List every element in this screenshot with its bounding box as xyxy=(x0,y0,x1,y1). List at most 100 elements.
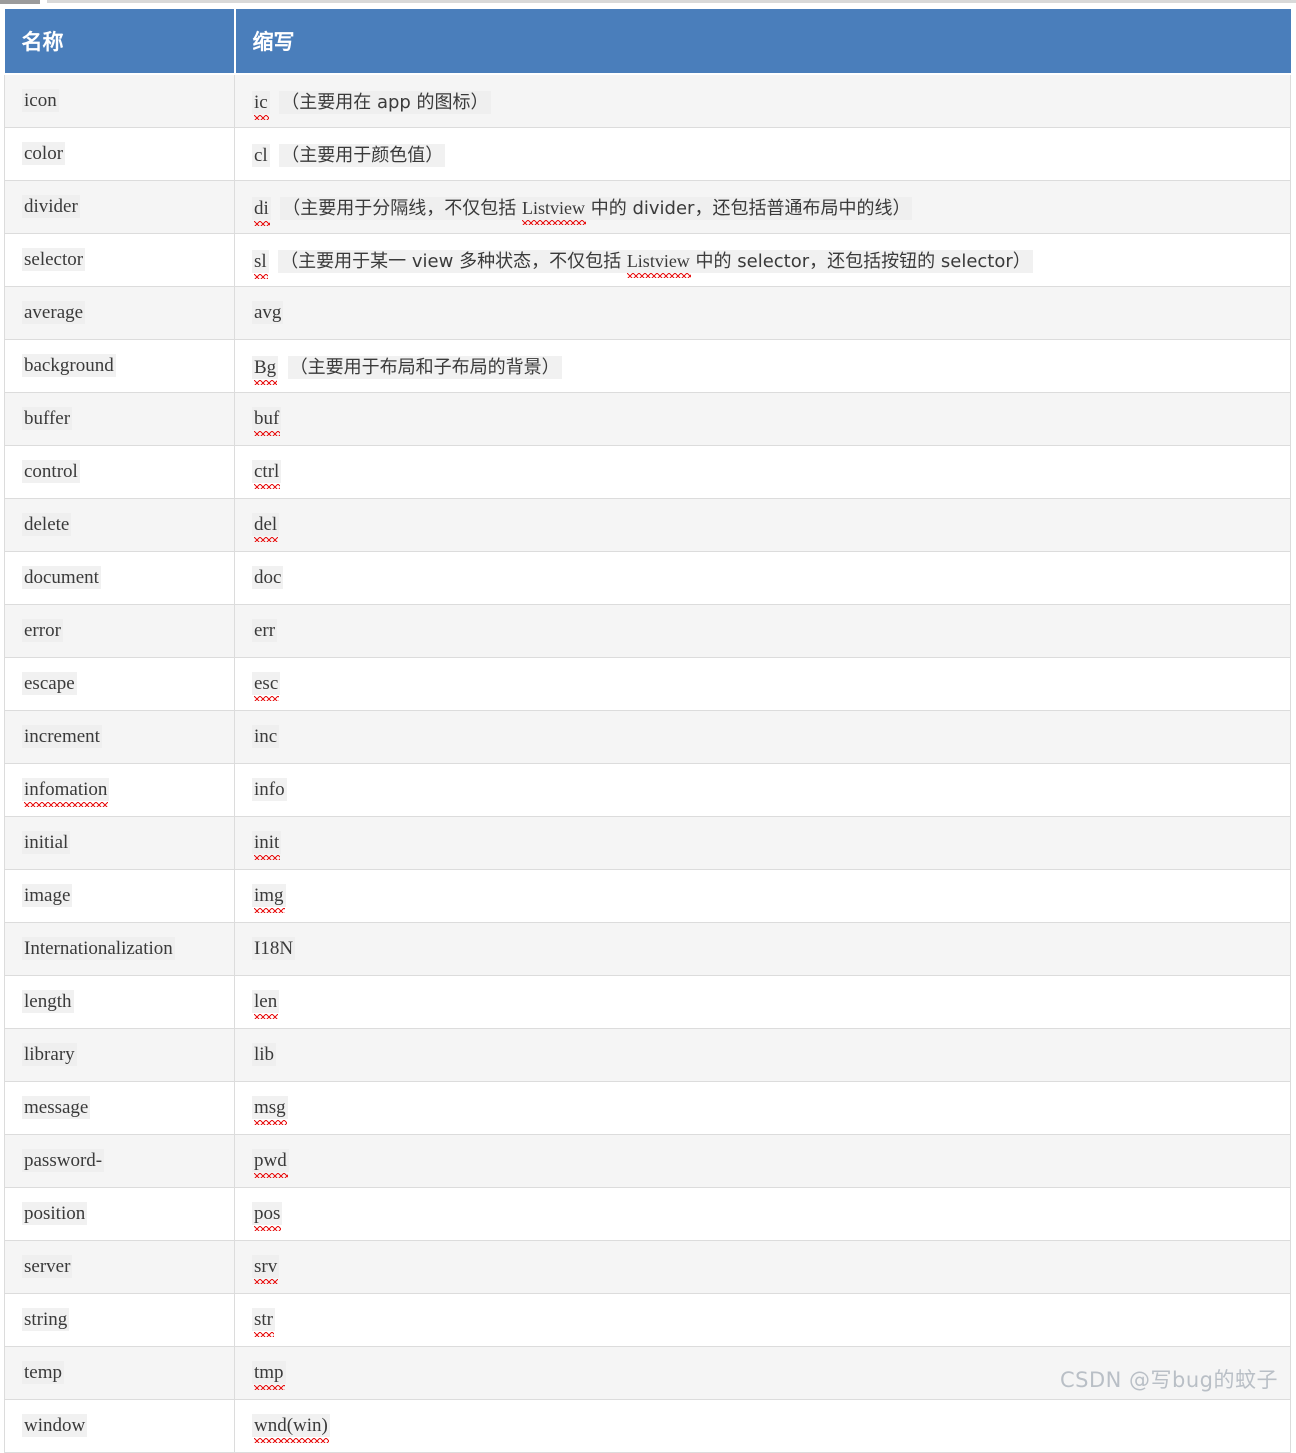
cell-name[interactable]: background xyxy=(4,339,235,393)
cell-abbreviation[interactable]: del xyxy=(234,498,1291,552)
cell-abbreviation[interactable]: sl （主要用于某一 view 多种状态，不仅包括 Listview 中的 se… xyxy=(234,233,1291,287)
term-abbreviation: di xyxy=(252,196,271,226)
cell-name[interactable]: selector xyxy=(4,233,235,287)
cell-abbreviation[interactable]: len xyxy=(234,975,1291,1029)
cell-name[interactable]: infomation xyxy=(4,763,235,817)
cell-abbreviation[interactable]: srv xyxy=(234,1240,1291,1294)
cell-name[interactable]: control xyxy=(4,445,235,499)
table-row[interactable]: position pos xyxy=(4,1187,1291,1241)
term-name: average xyxy=(22,301,86,324)
term-abbreviation: Bg xyxy=(252,355,279,385)
cell-abbreviation[interactable]: pos xyxy=(234,1187,1291,1241)
cell-abbreviation[interactable]: cl （主要用于颜色值） xyxy=(234,127,1291,181)
cell-abbreviation[interactable]: esc xyxy=(234,657,1291,711)
cell-name[interactable]: position xyxy=(4,1187,235,1241)
term-name: icon xyxy=(22,89,59,112)
table-row[interactable]: escape esc xyxy=(4,657,1291,711)
cell-abbreviation[interactable]: pwd xyxy=(234,1134,1291,1188)
table-row[interactable]: string str xyxy=(4,1293,1291,1347)
table-row[interactable]: increment inc xyxy=(4,710,1291,764)
table-row[interactable]: selector sl （主要用于某一 view 多种状态，不仅包括 Listvi… xyxy=(4,233,1291,287)
table-row[interactable]: window wnd(win) xyxy=(4,1399,1291,1453)
term-abbreviation: str xyxy=(252,1307,275,1337)
cell-abbreviation[interactable]: info xyxy=(234,763,1291,817)
cell-name[interactable]: error xyxy=(4,604,235,658)
cell-abbreviation[interactable]: err xyxy=(234,604,1291,658)
term-abbreviation: buf xyxy=(252,406,282,436)
term-name: string xyxy=(22,1308,70,1331)
table-row[interactable]: temp tmp xyxy=(4,1346,1291,1400)
table-row[interactable]: icon ic （主要用在 app 的图标） xyxy=(4,73,1291,128)
table-row[interactable]: initial init xyxy=(4,816,1291,870)
cell-abbreviation[interactable]: inc xyxy=(234,710,1291,764)
cell-abbreviation[interactable]: msg xyxy=(234,1081,1291,1135)
cell-abbreviation[interactable]: img xyxy=(234,869,1291,923)
term-name: color xyxy=(22,142,66,165)
table-row[interactable]: error err xyxy=(4,604,1291,658)
term-abbreviation: msg xyxy=(252,1095,288,1125)
term-abbreviation: wnd(win) xyxy=(252,1413,330,1443)
cell-name[interactable]: delete xyxy=(4,498,235,552)
table-row[interactable]: Internationalization I18N xyxy=(4,922,1291,976)
cell-abbreviation[interactable]: di （主要用于分隔线，不仅包括 Listview 中的 divider，还包括… xyxy=(234,180,1291,234)
abbreviation-table: 名称 缩写 icon ic （主要用在 app 的图标） color cl （主要用于… xyxy=(4,9,1291,1453)
cell-abbreviation[interactable]: wnd(win) xyxy=(234,1399,1291,1453)
table-row[interactable]: message msg xyxy=(4,1081,1291,1135)
cell-name[interactable]: increment xyxy=(4,710,235,764)
cell-abbreviation[interactable]: init xyxy=(234,816,1291,870)
column-header-abbr[interactable]: 缩写 xyxy=(234,9,1291,75)
cell-name[interactable]: temp xyxy=(4,1346,235,1400)
cell-abbreviation[interactable]: avg xyxy=(234,286,1291,340)
table-row[interactable]: server srv xyxy=(4,1240,1291,1294)
cell-name[interactable]: password- xyxy=(4,1134,235,1188)
cell-name[interactable]: window xyxy=(4,1399,235,1453)
term-abbreviation: pos xyxy=(252,1201,283,1231)
table-row[interactable]: buffer buf xyxy=(4,392,1291,446)
cell-abbreviation[interactable]: tmp xyxy=(234,1346,1291,1400)
table-row[interactable]: average avg xyxy=(4,286,1291,340)
table-row[interactable]: document doc xyxy=(4,551,1291,605)
cell-name[interactable]: divider xyxy=(4,180,235,234)
cell-abbreviation[interactable]: buf xyxy=(234,392,1291,446)
table-row[interactable]: password-pwd xyxy=(4,1134,1291,1188)
cell-name[interactable]: server xyxy=(4,1240,235,1294)
cell-name[interactable]: Internationalization xyxy=(4,922,235,976)
table-row[interactable]: control ctrl xyxy=(4,445,1291,499)
table-row[interactable]: library lib xyxy=(4,1028,1291,1082)
table-row[interactable]: divider di （主要用于分隔线，不仅包括 Listview 中的 divi… xyxy=(4,180,1291,234)
cell-name[interactable]: buffer xyxy=(4,392,235,446)
cell-abbreviation[interactable]: ctrl xyxy=(234,445,1291,499)
table-row[interactable]: length len xyxy=(4,975,1291,1029)
cell-name[interactable]: document xyxy=(4,551,235,605)
cell-name[interactable]: color xyxy=(4,127,235,181)
cell-name[interactable]: icon xyxy=(4,73,235,128)
term-abbreviation: err xyxy=(252,619,278,642)
cell-name[interactable]: average xyxy=(4,286,235,340)
table-row[interactable]: color cl （主要用于颜色值） xyxy=(4,127,1291,181)
term-abbreviation: lib xyxy=(252,1043,277,1066)
column-header-name[interactable]: 名称 xyxy=(4,9,236,75)
spellcheck-underline-icon: img xyxy=(254,884,285,913)
cell-abbreviation[interactable]: str xyxy=(234,1293,1291,1347)
cell-name[interactable]: message xyxy=(4,1081,235,1135)
table-row[interactable]: delete del xyxy=(4,498,1291,552)
cell-abbreviation[interactable]: lib xyxy=(234,1028,1291,1082)
cell-name[interactable]: initial xyxy=(4,816,235,870)
table-row[interactable]: background Bg （主要用于布局和子布局的背景） xyxy=(4,339,1291,393)
table-row[interactable]: infomation info xyxy=(4,763,1291,817)
spellcheck-underline-icon: ic xyxy=(254,91,269,120)
cell-abbreviation[interactable]: ic （主要用在 app 的图标） xyxy=(234,73,1291,128)
cell-name[interactable]: library xyxy=(4,1028,235,1082)
term-abbreviation: len xyxy=(252,989,280,1019)
cell-name[interactable]: length xyxy=(4,975,235,1029)
cell-abbreviation[interactable]: doc xyxy=(234,551,1291,605)
spellcheck-underline-icon: pwd xyxy=(254,1149,288,1178)
cell-name[interactable]: escape xyxy=(4,657,235,711)
cell-abbreviation[interactable]: Bg （主要用于布局和子布局的背景） xyxy=(234,339,1291,393)
cell-name[interactable]: image xyxy=(4,869,235,923)
term-name: message xyxy=(22,1096,91,1119)
term-abbreviation: tmp xyxy=(252,1360,286,1390)
table-row[interactable]: image img xyxy=(4,869,1291,923)
cell-abbreviation[interactable]: I18N xyxy=(234,922,1291,976)
cell-name[interactable]: string xyxy=(4,1293,235,1347)
